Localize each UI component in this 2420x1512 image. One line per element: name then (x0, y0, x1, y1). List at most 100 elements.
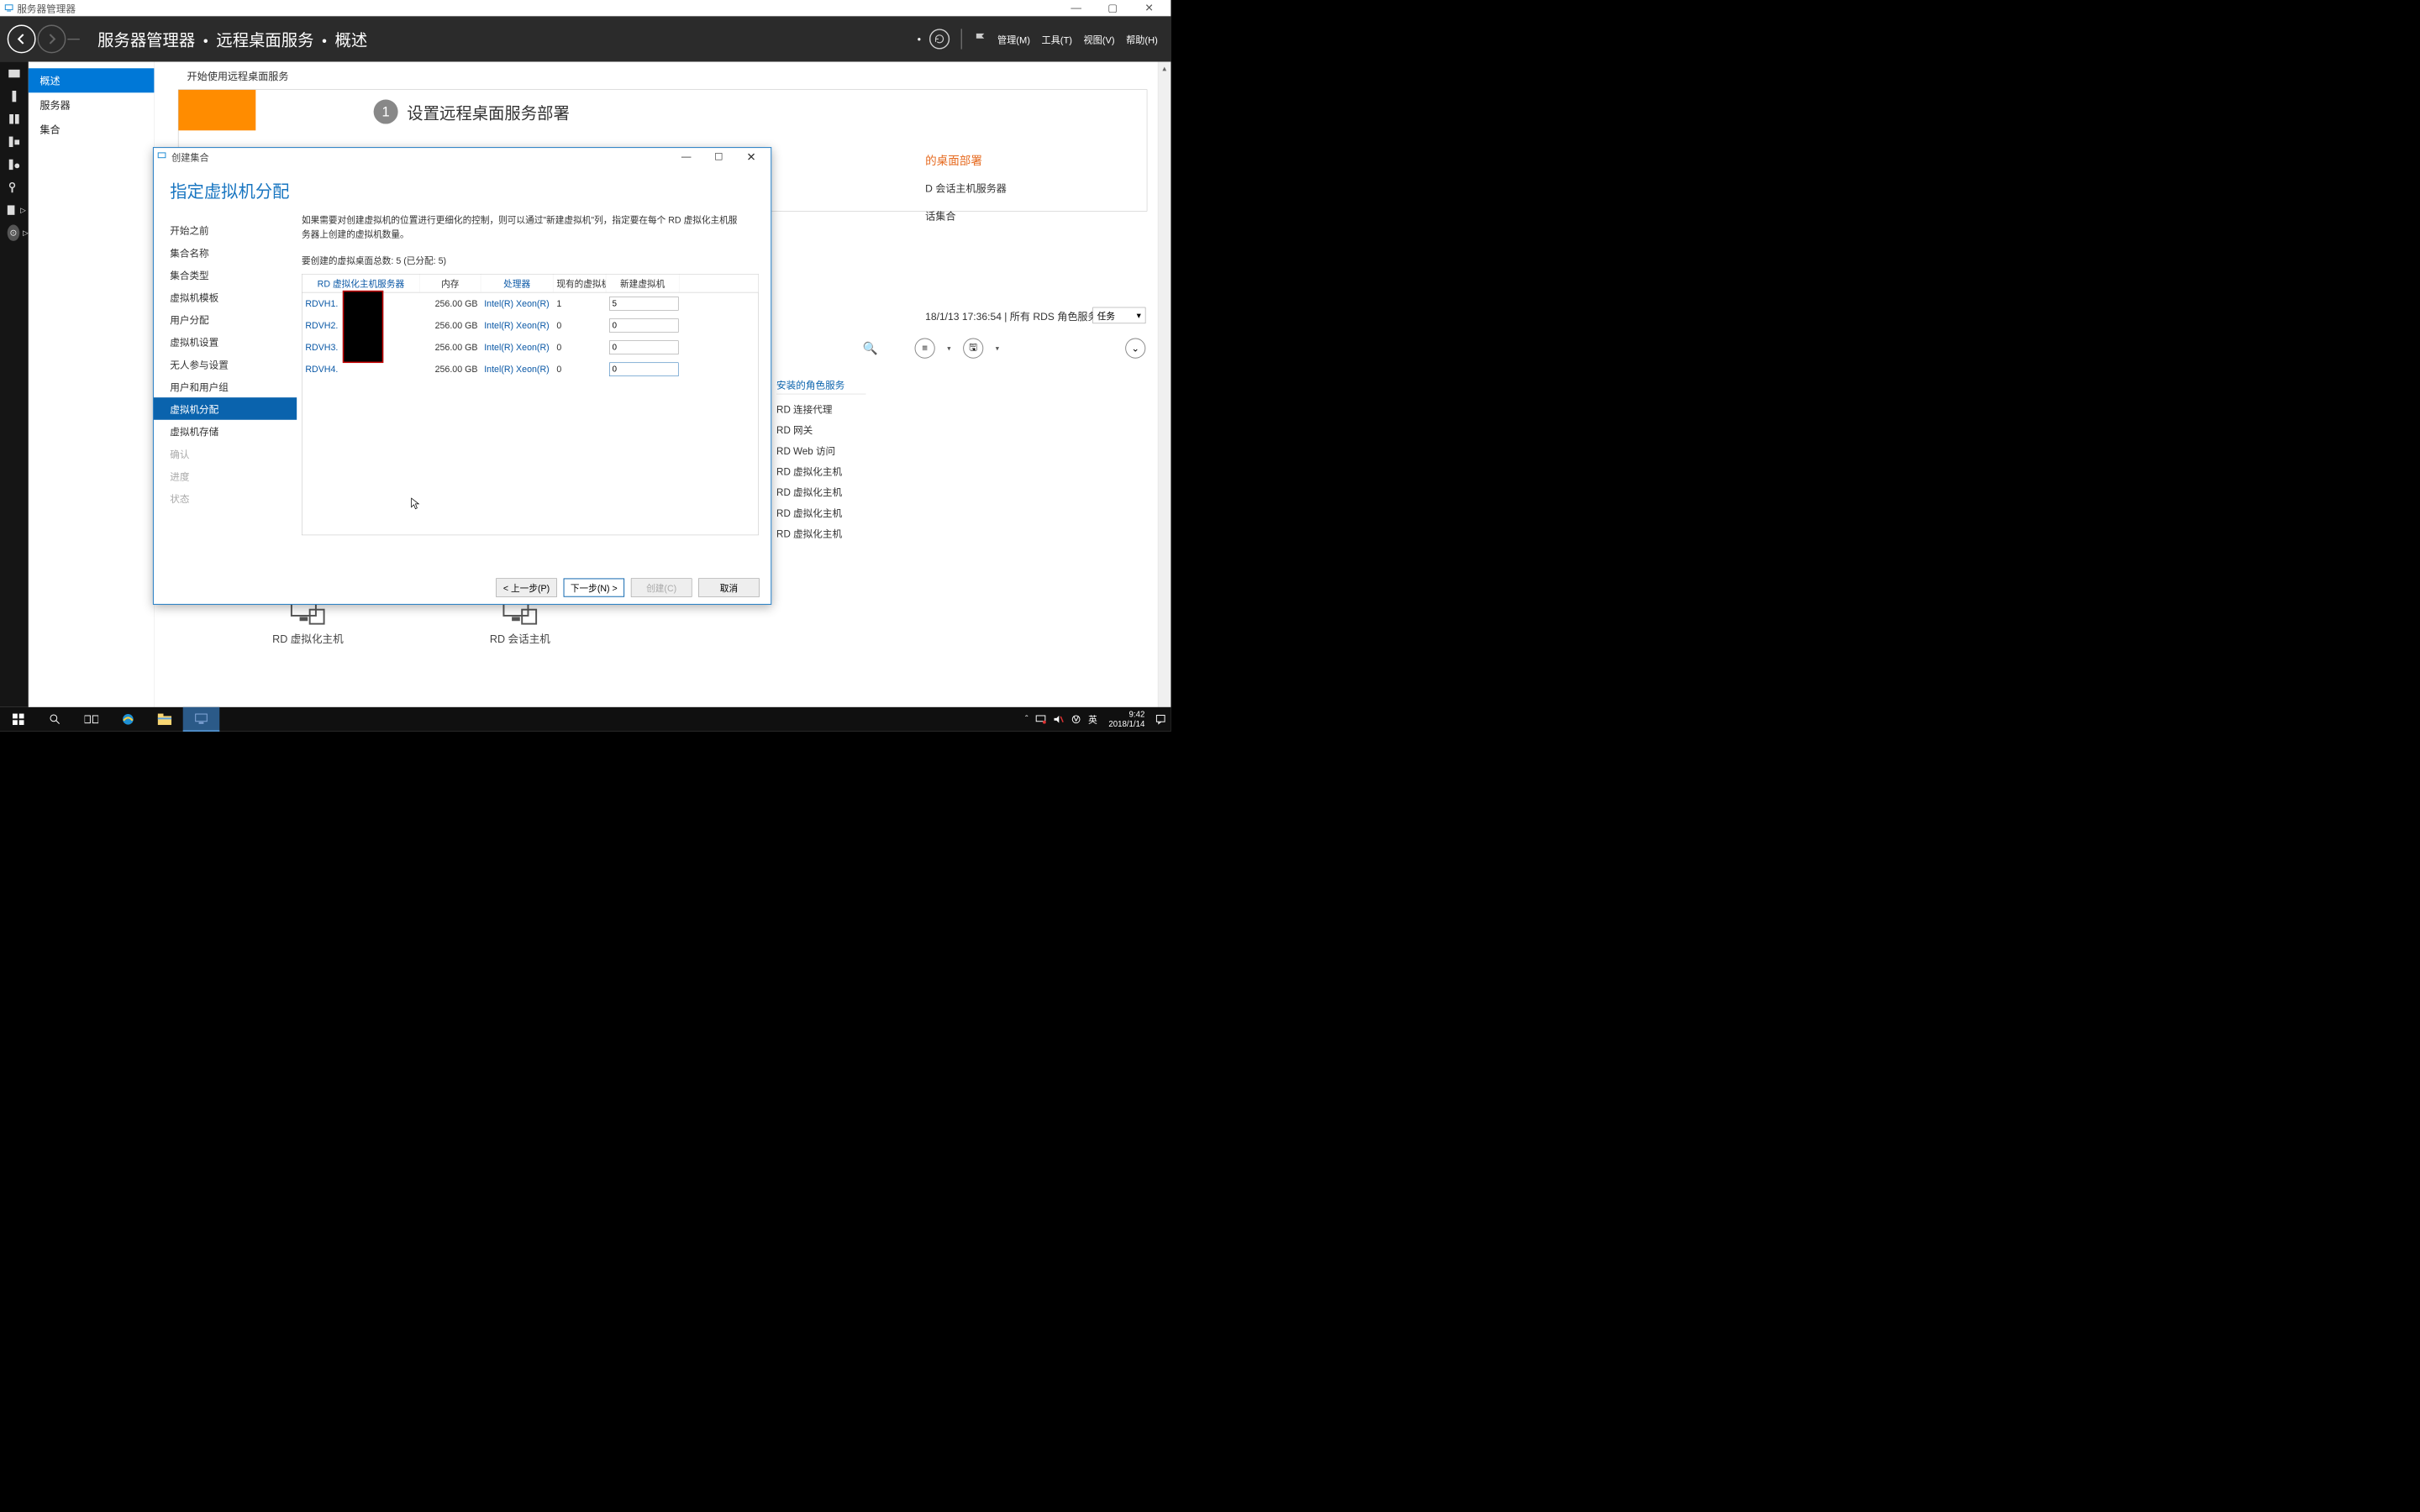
cancel-button[interactable]: 取消 (698, 578, 760, 596)
ie-icon[interactable] (110, 707, 147, 732)
menu-help[interactable]: 帮助(H) (1126, 32, 1158, 45)
tasks-dropdown[interactable]: 任务 ▾ (1092, 307, 1145, 323)
prev-button[interactable]: < 上一步(P) (496, 578, 557, 596)
flag-icon[interactable] (973, 32, 987, 46)
scroll-up-icon[interactable]: ▴ (1158, 62, 1171, 75)
wizard-step[interactable]: 虚拟机存储 (154, 420, 297, 443)
menu-tools[interactable]: 工具(T) (1042, 32, 1072, 45)
wizard-step[interactable]: 集合类型 (154, 264, 297, 286)
rail-role-icon-3[interactable] (6, 181, 22, 194)
tray-ime-icon[interactable] (1071, 715, 1081, 725)
clock-time: 9:42 (1108, 710, 1144, 720)
wizard-step[interactable]: 集合名称 (154, 241, 297, 264)
new-vm-input[interactable] (609, 318, 678, 332)
search-icon[interactable]: 🔍 (863, 341, 878, 355)
expand-icon[interactable]: ⌄ (1125, 339, 1145, 359)
wizard-step-current[interactable]: 虚拟机分配 (154, 397, 297, 420)
sidenav-item-collections[interactable]: 集合 (29, 117, 154, 141)
col-host[interactable]: RD 虚拟化主机服务器 (302, 275, 419, 292)
col-memory[interactable]: 内存 (420, 275, 481, 292)
header-bar: 服务器管理器 • 远程桌面服务 • 概述 • 管理(M) 工具(T) 视图(V)… (0, 16, 1171, 61)
nav-back-button[interactable] (8, 25, 36, 54)
section-title: 开始使用远程桌面服务 (155, 62, 1171, 90)
chevron-down-icon: ▾ (1137, 310, 1141, 321)
col-existing[interactable]: 现有的虚拟机 (553, 275, 606, 292)
server-manager-icon[interactable] (183, 707, 220, 732)
explorer-icon[interactable] (146, 707, 183, 732)
menu-manage[interactable]: 管理(M) (997, 32, 1030, 45)
breadcrumb-item[interactable]: 服务器管理器 (97, 27, 195, 50)
wizard-step[interactable]: 用户分配 (154, 308, 297, 331)
rail-role-icon-4[interactable]: ▷ (0, 204, 29, 217)
maximize-button[interactable]: ▢ (1094, 0, 1131, 16)
taskbar-clock[interactable]: 9:42 2018/1/14 (1103, 710, 1151, 729)
filter-icon[interactable]: ≡ (915, 339, 935, 359)
create-button: 创建(C) (631, 578, 692, 596)
wizard-step[interactable]: 无人参与设置 (154, 353, 297, 375)
cell-cpu: Intel(R) Xeon(R) (481, 362, 553, 377)
task-view-button[interactable] (73, 707, 110, 732)
search-button[interactable] (37, 707, 74, 732)
rail-local-server-icon[interactable] (6, 90, 22, 102)
chevron-down-icon[interactable]: ▾ (947, 344, 950, 353)
dialog-close-button[interactable]: ✕ (735, 148, 768, 165)
breadcrumb: 服务器管理器 • 远程桌面服务 • 概述 (97, 27, 367, 50)
breadcrumb-item[interactable]: 远程桌面服务 (216, 27, 313, 50)
divider (960, 29, 961, 49)
new-vm-input[interactable] (609, 297, 678, 310)
nav-forward-button[interactable] (38, 25, 66, 54)
rail-rd-icon[interactable]: ⊙▷ (0, 227, 29, 239)
cell-existing: 0 (553, 362, 606, 377)
toolbar-row: 🔍 ≡ ▾ 🖫 ▾ ⌄ (863, 339, 1145, 359)
save-icon[interactable]: 🖫 (963, 339, 983, 359)
tasks-label: 任务 (1097, 309, 1115, 322)
dropdown-icon[interactable]: • (918, 33, 921, 45)
new-vm-input[interactable] (609, 341, 678, 354)
next-button[interactable]: 下一步(N) > (564, 578, 625, 596)
fragment-text: 的桌面部署 (925, 152, 982, 168)
start-button[interactable] (0, 707, 37, 732)
vm-grid: RD 虚拟化主机服务器 内存 处理器 现有的虚拟机 新建虚拟机 RDVH1. 2… (302, 274, 759, 535)
col-new[interactable]: 新建虚拟机 (606, 275, 679, 292)
rail-role-icon[interactable] (6, 136, 22, 149)
dialog-maximize-button[interactable]: ☐ (702, 148, 735, 165)
dialog-minimize-button[interactable]: — (670, 148, 702, 165)
menu-view[interactable]: 视图(V) (1084, 32, 1115, 45)
close-button[interactable]: ✕ (1131, 0, 1168, 16)
wizard-step[interactable]: 开始之前 (154, 218, 297, 241)
clock-date: 2018/1/14 (1108, 719, 1144, 729)
rail-all-servers-icon[interactable] (6, 113, 22, 125)
chevron-down-icon[interactable]: ▾ (996, 344, 999, 353)
rail-role-icon-2[interactable] (6, 159, 22, 171)
window-title: 服务器管理器 (17, 1, 76, 15)
cell-memory: 256.00 GB (420, 318, 481, 333)
cell-cpu: Intel(R) Xeon(R) (481, 296, 553, 311)
sidenav-item-servers[interactable]: 服务器 (29, 92, 154, 117)
tray-ime-lang[interactable]: 英 (1088, 713, 1097, 726)
wizard-step[interactable]: 虚拟机模板 (154, 286, 297, 308)
tray-chevron-icon[interactable]: ˆ (1025, 714, 1028, 725)
tray-network-icon[interactable] (1035, 715, 1046, 724)
vertical-scrollbar[interactable]: ▴ (1158, 62, 1171, 707)
new-vm-input[interactable] (609, 363, 678, 376)
refresh-icon[interactable] (929, 29, 950, 49)
cell-host: RDVH4. (302, 362, 419, 377)
wizard-step[interactable]: 用户和用户组 (154, 375, 297, 398)
rail-dashboard-icon[interactable] (6, 67, 22, 80)
breadcrumb-item[interactable]: 概述 (335, 27, 368, 50)
cell-cpu: Intel(R) Xeon(R) (481, 340, 553, 355)
cell-existing: 0 (553, 318, 606, 333)
dialog-titlebar: 创建集合 — ☐ ✕ (154, 148, 771, 165)
system-tray[interactable]: ˆ 英 (1019, 713, 1102, 726)
wizard-step[interactable]: 虚拟机设置 (154, 330, 297, 353)
chevron-right-icon: • (203, 34, 208, 50)
notifications-button[interactable] (1150, 707, 1171, 732)
side-nav: 概述 服务器 集合 (29, 62, 155, 707)
tray-volume-icon[interactable] (1054, 715, 1065, 724)
sidenav-item-overview[interactable]: 概述 (29, 68, 154, 92)
col-cpu[interactable]: 处理器 (481, 275, 553, 292)
dialog-title: 创建集合 (171, 150, 209, 164)
minimize-button[interactable]: — (1058, 0, 1095, 16)
dialog-description: 如果需要对创建虚拟机的位置进行更细化的控制，则可以通过"新建虚拟机"列，指定要在… (302, 213, 759, 242)
window-titlebar: 服务器管理器 — ▢ ✕ (0, 0, 1171, 16)
